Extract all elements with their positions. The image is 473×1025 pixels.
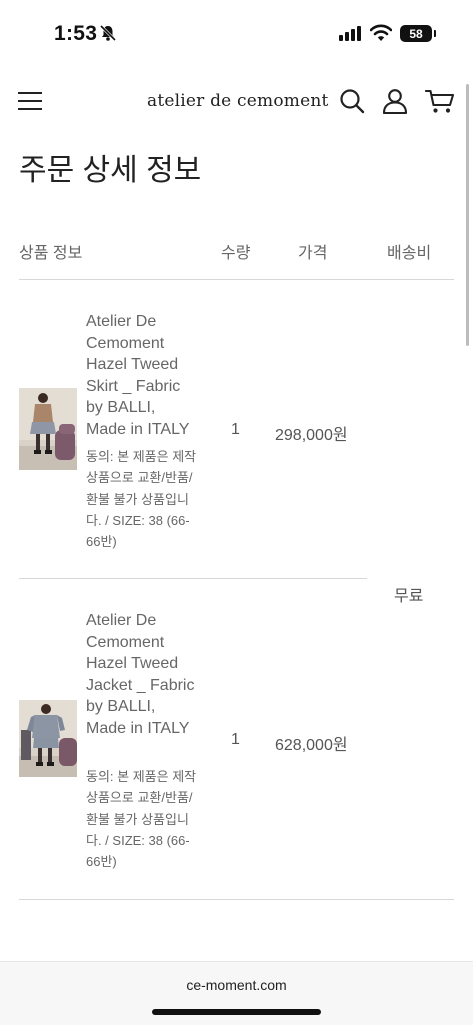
product-name[interactable]: Atelier De Cemoment Hazel Tweed Skirt _ … [86,311,198,440]
site-header: atelier de cemoment [0,78,473,126]
product-price: 298,000원 [275,427,348,444]
home-indicator[interactable] [152,1009,321,1015]
bell-muted-icon [99,24,117,42]
battery-indicator: 58 [400,25,436,42]
product-quantity: 1 [231,421,240,438]
browser-address-bar[interactable]: ce-moment.com [0,961,473,1025]
url-text[interactable]: ce-moment.com [0,977,473,993]
table-bottom-divider [19,899,454,900]
row-divider [19,578,367,579]
site-logo[interactable]: atelier de cemoment [147,91,329,111]
page-title: 주문 상세 정보 [19,154,202,187]
status-time: 1:53 [54,22,98,45]
product-name[interactable]: Atelier De Cemoment Hazel Tweed Jacket _… [86,610,198,739]
product-option: 동의: 본 제품은 제작 상품으로 교환/반품/환불 불가 상품입니다. / S… [86,769,197,870]
column-header-shipping: 배송비 [387,245,432,262]
product-thumbnail-skirt[interactable] [19,388,77,470]
menu-icon[interactable] [18,92,43,110]
shipping-fee: 무료 [394,588,424,605]
column-header-quantity: 수량 [221,245,251,262]
cart-icon[interactable] [425,88,455,114]
table-divider [19,279,454,280]
column-header-price: 가격 [298,245,328,262]
status-bar: 1:53 58 [0,0,473,70]
product-option: 동의: 본 제품은 제작 상품으로 교환/반품/환불 불가 상품입니다. / S… [86,449,197,550]
scrollbar[interactable] [466,84,469,346]
user-icon[interactable] [382,88,408,114]
product-thumbnail-jacket[interactable] [19,700,77,777]
search-icon[interactable] [339,88,365,114]
product-quantity: 1 [231,731,240,748]
wifi-icon [370,24,392,41]
column-header-product: 상품 정보 [19,245,83,262]
product-price: 628,000원 [275,737,348,754]
cellular-signal-icon [339,26,361,41]
